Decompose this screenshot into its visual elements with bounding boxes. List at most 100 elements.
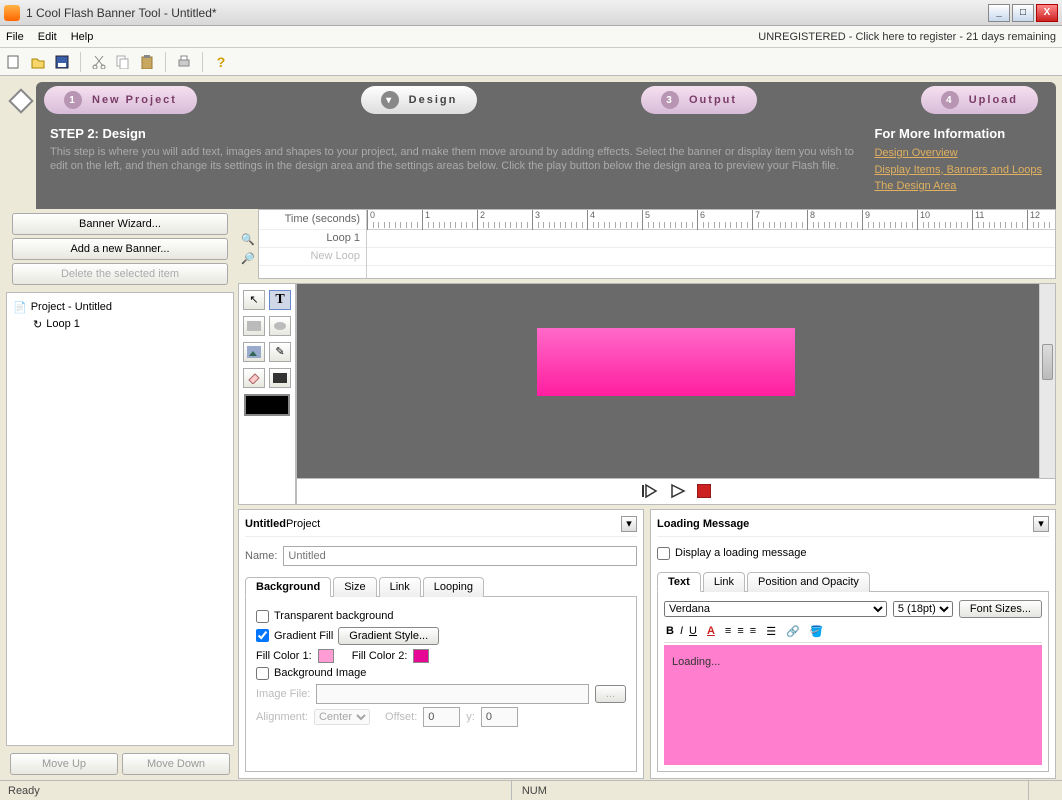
pointer-tool-icon[interactable]: ↖ [243,290,265,310]
canvas-scrollbar[interactable] [1039,284,1055,478]
open-file-icon[interactable] [28,52,48,72]
underline-icon[interactable]: U [689,625,697,637]
info-link-overview[interactable]: Design Overview [874,145,1042,162]
bullet-list-icon[interactable]: ☰ [766,625,776,638]
align-center-icon[interactable]: ≡ [737,625,743,637]
wizard-tab-label: New Project [92,94,177,106]
timeline-tick: 1 [422,210,430,230]
color-swatch[interactable] [244,394,290,416]
menu-file[interactable]: File [6,31,24,43]
font-color-icon[interactable]: A [707,625,715,637]
tab-looping[interactable]: Looping [423,577,484,597]
alignment-select: Center [314,709,370,725]
image-tool-icon[interactable] [243,342,265,362]
register-link[interactable]: UNREGISTERED - Click here to register - … [758,31,1056,43]
app-icon [4,5,20,21]
step-back-icon[interactable] [641,483,659,499]
gradient-style-button[interactable]: Gradient Style... [338,627,439,645]
italic-icon[interactable]: I [680,625,683,637]
offset-y-input [481,707,518,727]
timeline-row-loop1[interactable]: Loop 1 [259,230,366,248]
info-link-design-area[interactable]: The Design Area [874,178,1042,195]
fill-tool-icon[interactable] [269,368,291,388]
wizard-tab-design[interactable]: ▾Design [361,86,478,114]
wizard-collapse-icon[interactable] [8,88,33,113]
link-icon[interactable]: 🔗 [786,625,800,638]
banner-wizard-button[interactable]: Banner Wizard... [12,213,229,235]
play-icon[interactable] [669,483,687,499]
transparent-bg-checkbox[interactable] [256,610,269,623]
timeline-header: Time (seconds) [259,210,366,230]
design-canvas[interactable] [296,283,1056,479]
cut-icon[interactable] [89,52,109,72]
tab-text[interactable]: Text [657,572,701,592]
transparent-bg-label: Transparent background [274,610,393,622]
delete-item-button[interactable]: Delete the selected item [12,263,229,285]
save-icon[interactable] [52,52,72,72]
status-text: Ready [8,785,40,797]
help-icon[interactable]: ? [211,52,231,72]
tab-position-opacity[interactable]: Position and Opacity [747,572,870,592]
rectangle-tool-icon[interactable] [243,316,265,336]
new-file-icon[interactable] [4,52,24,72]
font-select[interactable]: Verdana [664,601,887,617]
menu-help[interactable]: Help [71,31,94,43]
project-name-input[interactable] [283,546,637,566]
panel-dropdown-icon[interactable]: ▾ [621,516,637,532]
tool-tray: ↖ T ✎ [238,283,296,505]
zoom-in-icon[interactable]: 🔍 [241,233,255,246]
info-link-display-items[interactable]: Display Items, Banners and Loops [874,162,1042,179]
zoom-out-icon[interactable]: 🔎 [241,252,255,265]
display-loading-checkbox[interactable] [657,547,670,560]
move-up-button[interactable]: Move Up [10,753,118,775]
timeline-row-newloop[interactable]: New Loop [259,248,366,266]
wizard-tab-output[interactable]: 3Output [641,86,757,114]
text-tool-icon[interactable]: T [269,290,291,310]
align-left-icon[interactable]: ≡ [725,625,731,637]
banner-preview[interactable] [537,328,795,396]
stop-icon[interactable] [697,484,711,498]
fill-color-1-swatch[interactable] [318,649,334,663]
font-sizes-button[interactable]: Font Sizes... [959,600,1042,618]
timeline-track[interactable] [367,248,1055,266]
fill-color-2-swatch[interactable] [413,649,429,663]
ellipse-tool-icon[interactable] [269,316,291,336]
panel-collapse-icon[interactable]: ▾ [1033,516,1049,532]
wizard-tab-new-project[interactable]: 1New Project [44,86,197,114]
tree-root[interactable]: 📄 Project - Untitled [13,299,227,316]
maximize-button[interactable]: □ [1012,4,1034,22]
window-title: 1 Cool Flash Banner Tool - Untitled* [26,6,988,20]
menu-edit[interactable]: Edit [38,31,57,43]
wizard-tab-upload[interactable]: 4Upload [921,86,1038,114]
add-banner-button[interactable]: Add a new Banner... [12,238,229,260]
eraser-tool-icon[interactable] [243,368,265,388]
menubar: File Edit Help UNREGISTERED - Click here… [0,26,1062,48]
paste-icon[interactable] [137,52,157,72]
minimize-button[interactable]: _ [988,4,1010,22]
tab-size[interactable]: Size [333,577,376,597]
bold-icon[interactable]: B [666,625,674,637]
project-icon: 📄 [13,301,27,314]
tab-background[interactable]: Background [245,577,331,597]
bg-image-checkbox[interactable] [256,667,269,680]
eyedropper-tool-icon[interactable]: ✎ [269,342,291,362]
offset-x-input [423,707,460,727]
gradient-fill-checkbox[interactable] [256,629,269,642]
tree-root-label: Project - Untitled [31,301,112,313]
copy-icon[interactable] [113,52,133,72]
highlight-icon[interactable]: 🪣 [810,625,824,638]
info-title: For More Information [874,126,1042,141]
font-size-select[interactable]: 5 (18pt) [893,601,953,617]
move-down-button[interactable]: Move Down [122,753,230,775]
timeline-tick: 4 [587,210,595,230]
tab-link2[interactable]: Link [703,572,745,592]
status-num: NUM [511,781,557,800]
close-button[interactable]: X [1036,4,1058,22]
timeline-track[interactable] [367,230,1055,248]
wizard-tab-label: Upload [969,94,1018,106]
loading-text-editor[interactable]: Loading... [664,645,1042,765]
align-right-icon[interactable]: ≡ [750,625,756,637]
tab-link[interactable]: Link [379,577,421,597]
print-icon[interactable] [174,52,194,72]
tree-child[interactable]: ↻ Loop 1 [13,316,227,333]
